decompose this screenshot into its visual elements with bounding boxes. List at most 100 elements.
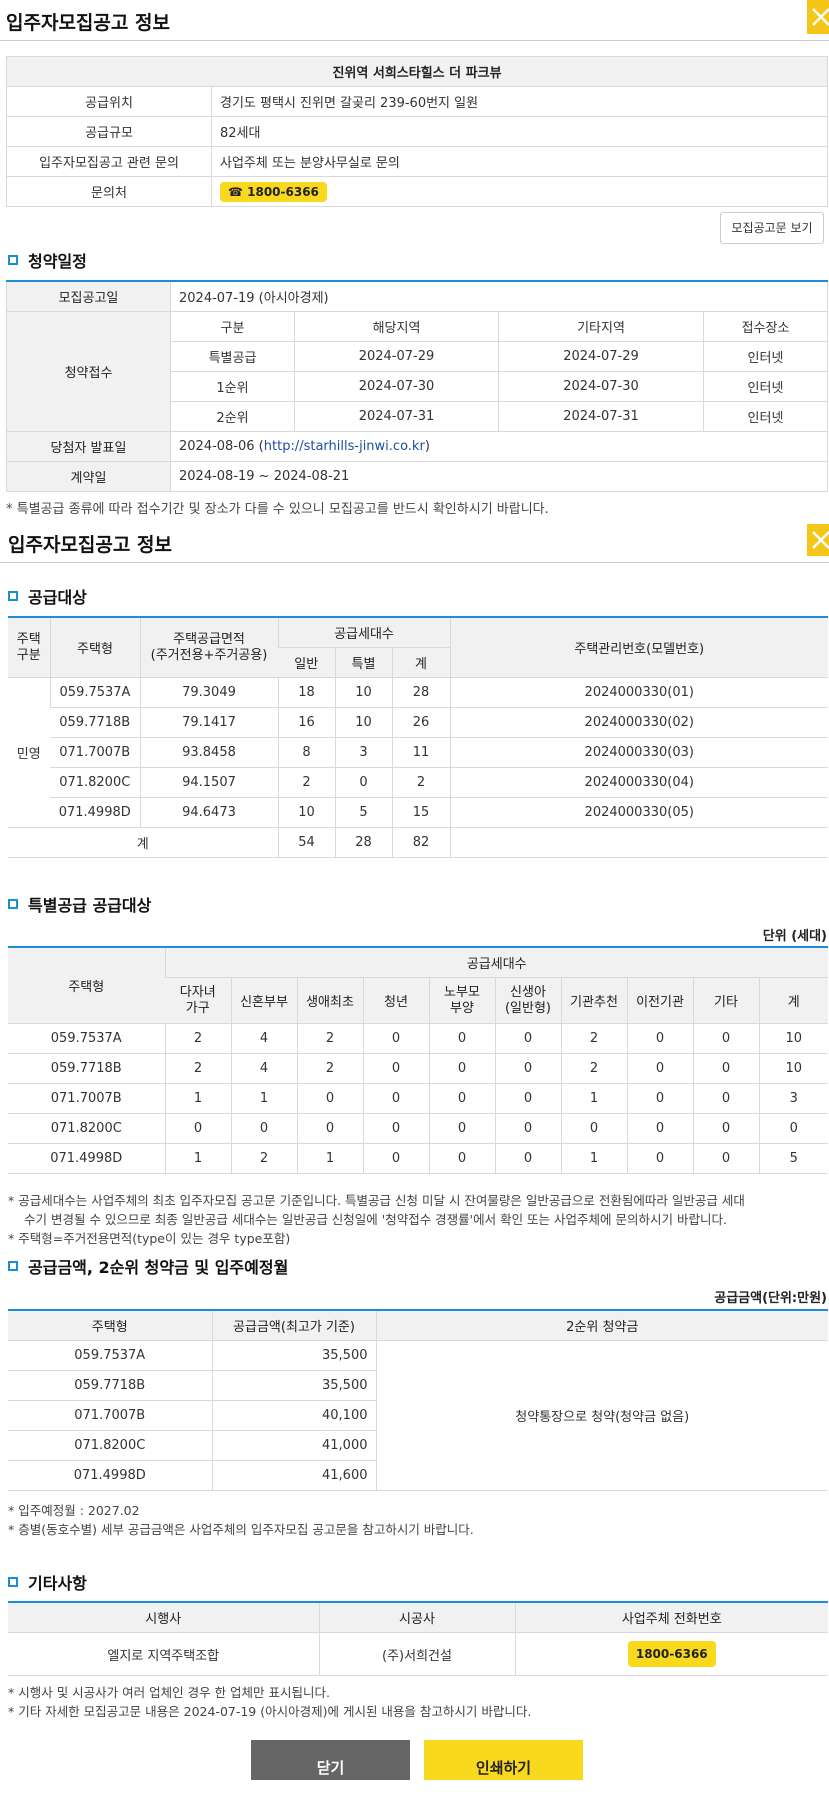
section2-title: 입주자모집공고 정보 [8,534,172,556]
special-note-1b: 수기 변경될 수 있으므로 최종 일반공급 세대수는 일반공급 신청일에 '청약… [24,1212,727,1227]
cell: 10 [758,1023,828,1054]
complex-info-table: 진위역 서희스타힐스 더 파크뷰 공급위치 경기도 평택시 진위면 갈곶리 239… [6,56,828,207]
cell: 0 [428,1113,495,1144]
close-icon[interactable] [807,0,829,34]
info-label: 공급위치 [6,86,212,117]
col-header: 기관추천 [560,977,627,1024]
cell: 10 [758,1053,828,1084]
cell: 16 [277,707,335,738]
special-note-2: * 주택형=주거전용면적(type이 있는 경우 type포함) [8,1231,291,1246]
area-header-2: (주거전용+주거공용) [150,647,268,663]
schedule-note: * 특별공급 종류에 따라 접수기간 및 장소가 다를 수 있으니 모집공고를 … [6,502,549,517]
sum-label: 계 [8,827,278,858]
cell: 0 [296,1083,363,1114]
contact-phone-badge[interactable]: ☎ 1800-6366 [220,181,327,202]
square-bullet-icon [8,1261,18,1271]
cell: 059.7718B [50,707,140,738]
cell: 2024000330(01) [449,677,828,708]
col-header-2: 부양 [450,1000,474,1016]
cell: 0 [692,1023,759,1054]
cell: 059.7537A [8,1023,165,1054]
cell: 071.7007B [50,737,140,768]
cell: 41,000 [211,1430,376,1461]
close-button[interactable]: 닫기 [251,1740,410,1780]
square-bullet-icon [8,255,18,265]
cell: 1 [560,1083,627,1114]
cell: 2024000330(02) [449,707,828,738]
cell: 0 [692,1113,759,1144]
table-row: 071.8200C 94.1507 2 0 2 2024000330(04) [8,767,828,798]
cell: 3 [758,1083,828,1114]
business-phone-badge[interactable]: 1800-6366 [627,1641,716,1667]
cell: 인터넷 [703,371,828,402]
supply-heading: 공급대상 [8,584,87,608]
sum-row: 계 54 28 82 [8,827,828,858]
cell: 2024-07-31 [294,401,499,432]
etc-heading: 기타사항 [8,1570,87,1594]
cell: 82 [391,827,451,858]
total-header: 계 [391,647,451,678]
complex-name: 진위역 서희스타힐스 더 파크뷰 [6,56,828,87]
cell: 41,600 [211,1460,376,1491]
close-icon[interactable] [807,524,829,556]
cell: 071.8200C [8,1430,212,1461]
cell: 0 [626,1053,693,1084]
winner-link[interactable]: http://starhills-jinwi.co.kr [264,439,425,454]
cell: 18 [277,677,335,708]
print-button[interactable]: 인쇄하기 [424,1740,583,1780]
cell: 10 [334,707,392,738]
col-header: 이전기관 [626,977,693,1024]
price-type-header: 주택형 [8,1309,212,1341]
cell: 8 [277,737,335,768]
cell: 54 [277,827,335,858]
cell: 0 [626,1113,693,1144]
cell: 059.7537A [8,1340,212,1371]
deposit-header: 2순위 청약금 [375,1309,828,1341]
cell: 0 [494,1053,561,1084]
cell: 0 [692,1083,759,1114]
cell: 2024000330(04) [449,767,828,798]
cell: 2 [560,1023,627,1054]
cell: 35,500 [211,1370,376,1401]
table-row: 071.7007B 1 1 0 0 0 0 1 0 0 3 [8,1083,828,1114]
table-row: 059.7537A 2 4 2 0 0 0 2 0 0 10 [8,1023,828,1054]
cell: 3 [334,737,392,768]
cell: 071.8200C [8,1113,165,1144]
cell: 2024-07-30 [498,371,704,402]
col-header: 신생아 [510,984,546,1000]
col-header: 기타지역 [498,311,704,342]
etc-note-1: * 시행사 및 시공사가 여러 업체인 경우 한 업체만 표시됩니다. [8,1685,330,1700]
price-unit: 공급금액(단위:만원) [714,1291,827,1306]
cell: 4 [230,1023,297,1054]
col-header: 신혼부부 [230,977,297,1024]
cell: 0 [692,1053,759,1084]
cell: 2024-07-30 [294,371,499,402]
cell: 2 [164,1023,231,1054]
page-title: 입주자모집공고 정보 [6,12,170,34]
table-row: 059.7718B 2 4 2 0 0 0 2 0 0 10 [8,1053,828,1084]
cell: 0 [626,1083,693,1114]
col-header: 해당지역 [294,311,499,342]
cell: 35,500 [211,1340,376,1371]
cell: 2 [296,1023,363,1054]
cell: 인터넷 [703,401,828,432]
info-value: 82세대 [211,116,828,147]
cell: 0 [494,1083,561,1114]
model-header: 주택관리번호(모델번호) [449,616,828,678]
cell: 0 [692,1143,759,1174]
cell: 1 [164,1083,231,1114]
cell: 0 [362,1143,429,1174]
winner-label: 당첨자 발표일 [6,431,171,462]
cell: 0 [560,1113,627,1144]
view-notice-button[interactable]: 모집공고문 보기 [720,212,824,244]
cell: 1순위 [170,371,295,402]
cell: 10 [334,677,392,708]
col-header: 접수장소 [703,311,828,342]
contract-value: 2024-08-19 ~ 2024-08-21 [170,461,828,492]
etc-table: 시행사 시공사 사업주체 전화번호 엘지로 지역주택조합 (주)서희건설 180… [8,1601,828,1676]
square-bullet-icon [8,1577,18,1587]
special-count-header: 공급세대수 [164,946,828,978]
cell: 1 [560,1143,627,1174]
type-header: 주택형 [49,616,140,678]
col-header: 구분 [170,311,295,342]
